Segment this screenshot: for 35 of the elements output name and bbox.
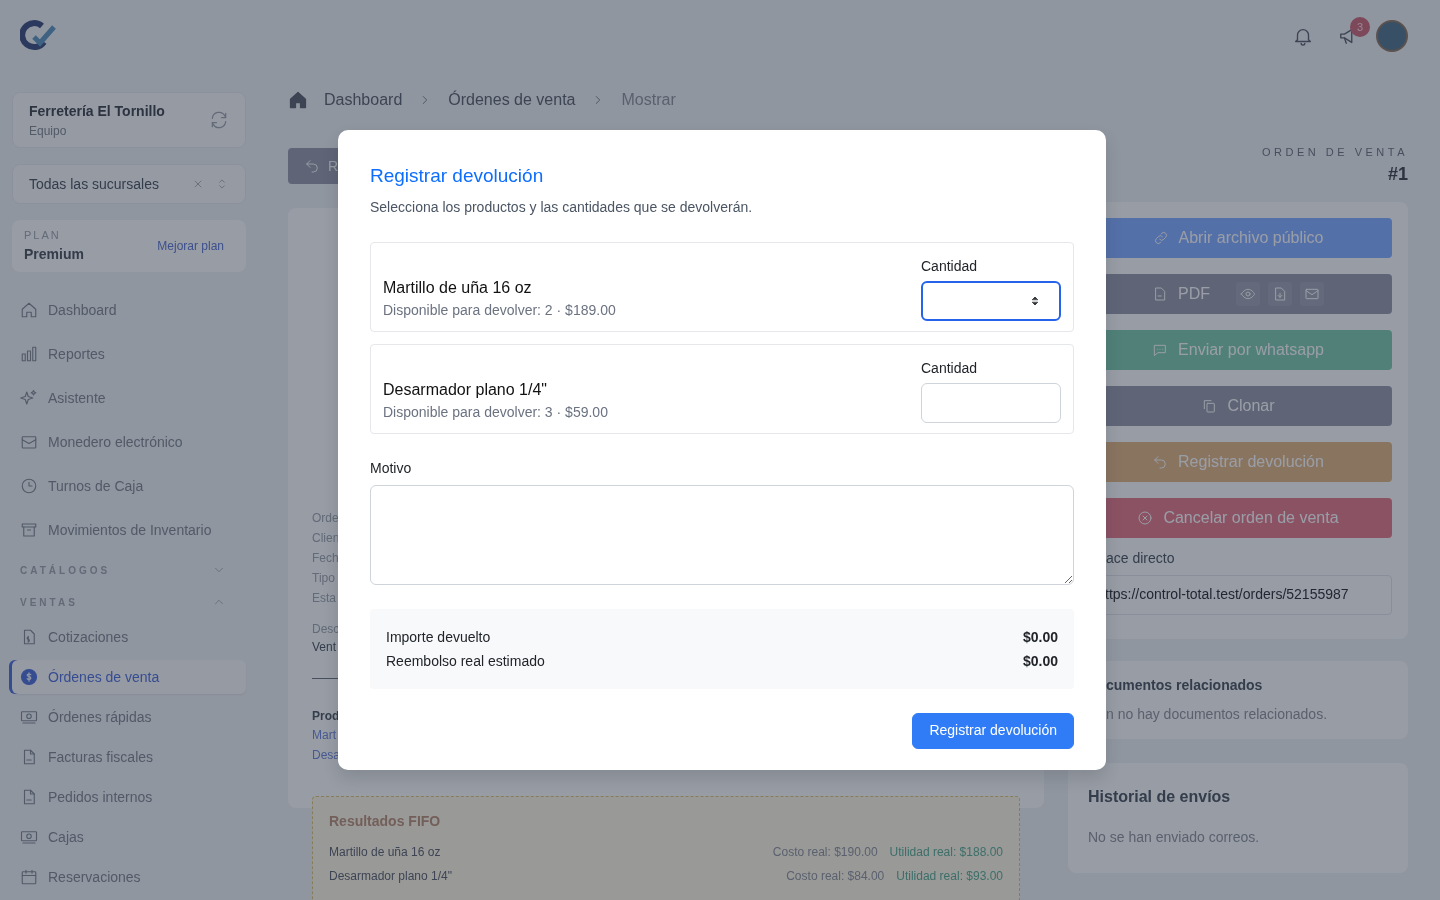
availability-text: Disponible para devolver: 3 · $59.00 (383, 402, 608, 422)
link-text: ttps://control-total.test/orders/52155987 (1105, 585, 1349, 602)
summary-value: $0.00 (1022, 627, 1058, 647)
notification-badge: 3 (1350, 16, 1370, 37)
field-label: Motivo (370, 458, 413, 478)
detail-value: Vent (312, 639, 337, 656)
dialog-subtitle: Selecciona los productos y las cantidades que se devolverán. (370, 197, 754, 217)
field-label: Cantidad (921, 256, 979, 276)
fifo-title: Resultados FIFO (329, 812, 442, 831)
select-value: Todas las sucursales (29, 174, 160, 194)
profit-text: Utilidad real: $188.00 (889, 844, 1003, 861)
product-name: Desarmador plano 1/4" (383, 379, 548, 400)
order-number: #1 (1386, 162, 1408, 186)
empty-text: No se han enviado correos. (1088, 827, 1261, 847)
order-label: ORDEN DE VENTA (1261, 145, 1408, 160)
cost-text: Costo real: $190.00 (772, 844, 878, 861)
profit-text: Utilidad real: $93.00 (896, 868, 1003, 885)
summary-label: Importe devuelto (386, 627, 491, 647)
cost-text: Costo real: $84.00 (786, 868, 885, 885)
product-name: Desarmador plano 1/4" (329, 868, 453, 885)
plan-name: Premium (24, 244, 84, 264)
card-title: Historial de envíos (1088, 786, 1232, 807)
dialog-title: Registrar devolución (370, 164, 545, 188)
summary-label: Reembolso real estimado (386, 651, 545, 671)
team-name: Ferretería El Tornillo (29, 101, 165, 121)
card-title: cumentos relacionados (1106, 675, 1264, 695)
field-label: ace directo (1106, 548, 1176, 568)
section-label: Prod (312, 708, 340, 725)
availability-text: Disponible para devolver: 2 · $189.00 (383, 300, 616, 320)
team-role: Equipo (29, 122, 68, 140)
summary-value: $0.00 (1022, 651, 1058, 671)
field-label: Cantidad (921, 358, 979, 378)
product-name: Martillo de uña 16 oz (329, 844, 442, 861)
product-name: Martillo de uña 16 oz (383, 277, 533, 298)
empty-text: n no hay documentos relacionados. (1106, 704, 1329, 724)
